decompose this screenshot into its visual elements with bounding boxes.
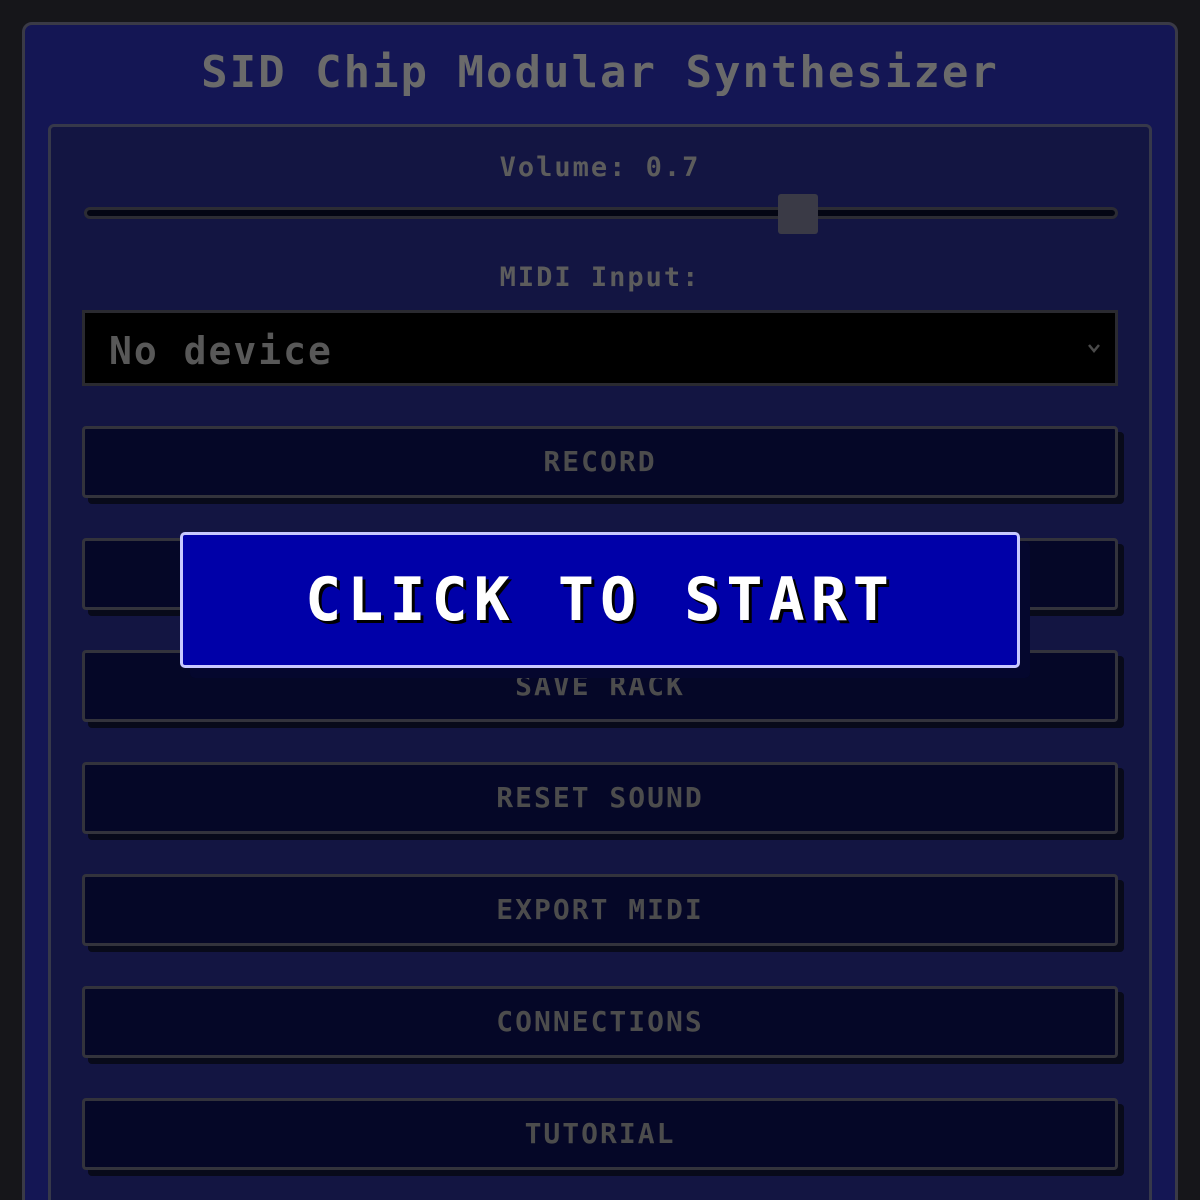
volume-label: Volume: 0.7 (499, 152, 701, 183)
reset-sound-button[interactable]: RESET SOUND (82, 762, 1118, 834)
page: SID Chip Modular Synthesizer Volume: 0.7… (0, 0, 1200, 1200)
click-to-start-button[interactable]: CLICK TO START (180, 532, 1020, 668)
volume-slider-thumb[interactable] (778, 194, 818, 234)
tutorial-button[interactable]: TUTORIAL (82, 1098, 1118, 1170)
connections-button[interactable]: CONNECTIONS (82, 986, 1118, 1058)
export-midi-button[interactable]: EXPORT MIDI (82, 874, 1118, 946)
app-title: SID Chip Modular Synthesizer (201, 47, 999, 98)
chevron-down-icon (1088, 344, 1100, 353)
volume-slider-track[interactable] (84, 207, 1118, 219)
midi-selected-value: No device (109, 329, 333, 373)
midi-input-label: MIDI Input: (499, 262, 701, 293)
record-button[interactable]: RECORD (82, 426, 1118, 498)
midi-input-select[interactable]: No device (82, 310, 1118, 386)
